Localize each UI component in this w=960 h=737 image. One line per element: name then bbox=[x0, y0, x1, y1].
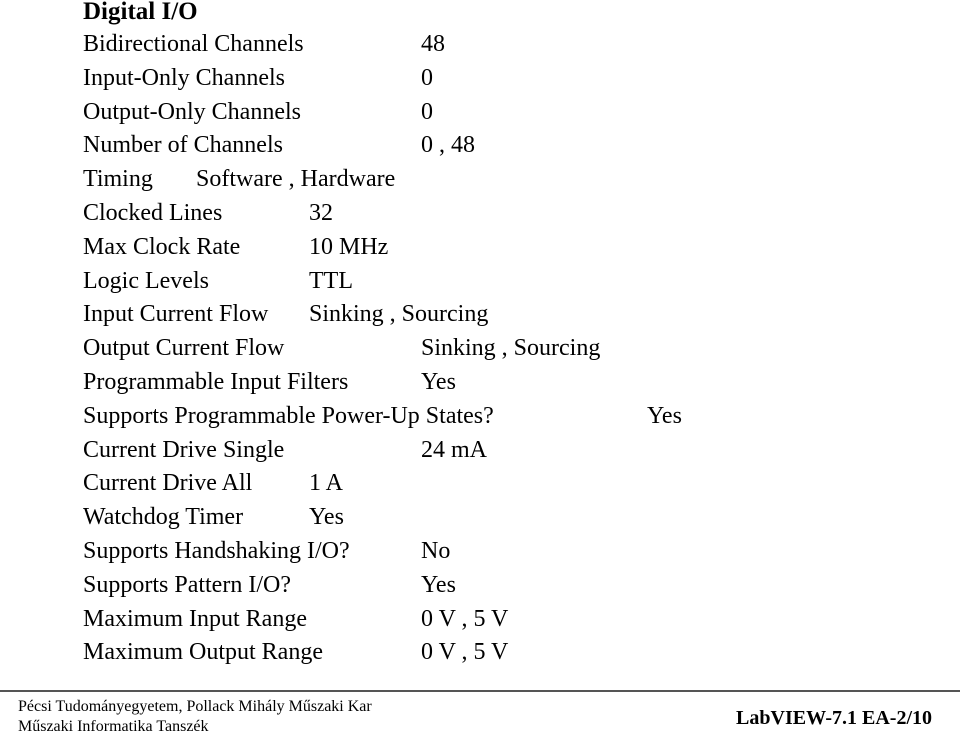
spec-value: 0 V , 5 V bbox=[421, 605, 509, 632]
spec-label: Timing bbox=[83, 166, 153, 193]
spec-label: Maximum Input Range bbox=[83, 605, 307, 632]
spec-label: Max Clock Rate bbox=[83, 233, 241, 260]
spec-label: Current Drive Single bbox=[83, 436, 285, 463]
spec-label: Watchdog Timer bbox=[83, 504, 244, 531]
footer-slide-id: LabVIEW-7.1 EA-2/10 bbox=[736, 707, 932, 729]
spec-value: 0 bbox=[421, 98, 433, 125]
footer-institution: Pécsi Tudományegyetem, Pollack Mihály Mű… bbox=[18, 697, 372, 737]
spec-value: Yes bbox=[421, 571, 456, 598]
spec-label: Bidirectional Channels bbox=[83, 31, 304, 57]
spec-label: Current Drive All bbox=[83, 470, 253, 497]
spec-label: Supports Handshaking I/O? bbox=[83, 538, 350, 564]
spec-value: 0 V , 5 V bbox=[421, 639, 509, 666]
spec-value: 24 mA bbox=[421, 436, 487, 463]
spec-value: 0 bbox=[421, 64, 433, 91]
spec-value: 0 , 48 bbox=[421, 132, 475, 159]
spec-label: Input Current Flow bbox=[83, 301, 269, 328]
slide-title: Digital I/O bbox=[83, 0, 198, 25]
spec-value: 1 A bbox=[309, 470, 344, 497]
spec-label: Supports Pattern I/O? bbox=[83, 571, 291, 598]
spec-label: Supports Programmable Power-Up States? bbox=[83, 402, 494, 429]
spec-label: Clocked Lines bbox=[83, 200, 223, 226]
spec-label: Logic Levels bbox=[83, 267, 209, 294]
spec-value: 32 bbox=[309, 200, 333, 226]
spec-value: TTL bbox=[309, 267, 353, 294]
spec-value: 48 bbox=[421, 31, 445, 57]
footer-divider bbox=[0, 690, 960, 692]
footer-institution-line2: Műszaki Informatika Tanszék bbox=[18, 718, 209, 735]
spec-value: Software , Hardware bbox=[196, 166, 396, 193]
footer-institution-line1: Pécsi Tudományegyetem, Pollack Mihály Mű… bbox=[18, 698, 372, 715]
spec-label: Output-Only Channels bbox=[83, 98, 301, 125]
spec-value: Sinking , Sourcing bbox=[309, 301, 489, 328]
spec-value: 10 MHz bbox=[309, 233, 389, 260]
spec-label: Input-Only Channels bbox=[83, 64, 285, 91]
spec-value: Sinking , Sourcing bbox=[421, 335, 601, 362]
spec-label: Maximum Output Range bbox=[83, 639, 323, 666]
spec-value: Yes bbox=[309, 504, 344, 531]
spec-value: Yes bbox=[421, 369, 456, 395]
spec-value: No bbox=[421, 538, 451, 564]
spec-value: Yes bbox=[647, 402, 682, 429]
spec-label: Output Current Flow bbox=[83, 335, 285, 362]
spec-label: Programmable Input Filters bbox=[83, 369, 349, 395]
spec-label: Number of Channels bbox=[83, 132, 283, 159]
